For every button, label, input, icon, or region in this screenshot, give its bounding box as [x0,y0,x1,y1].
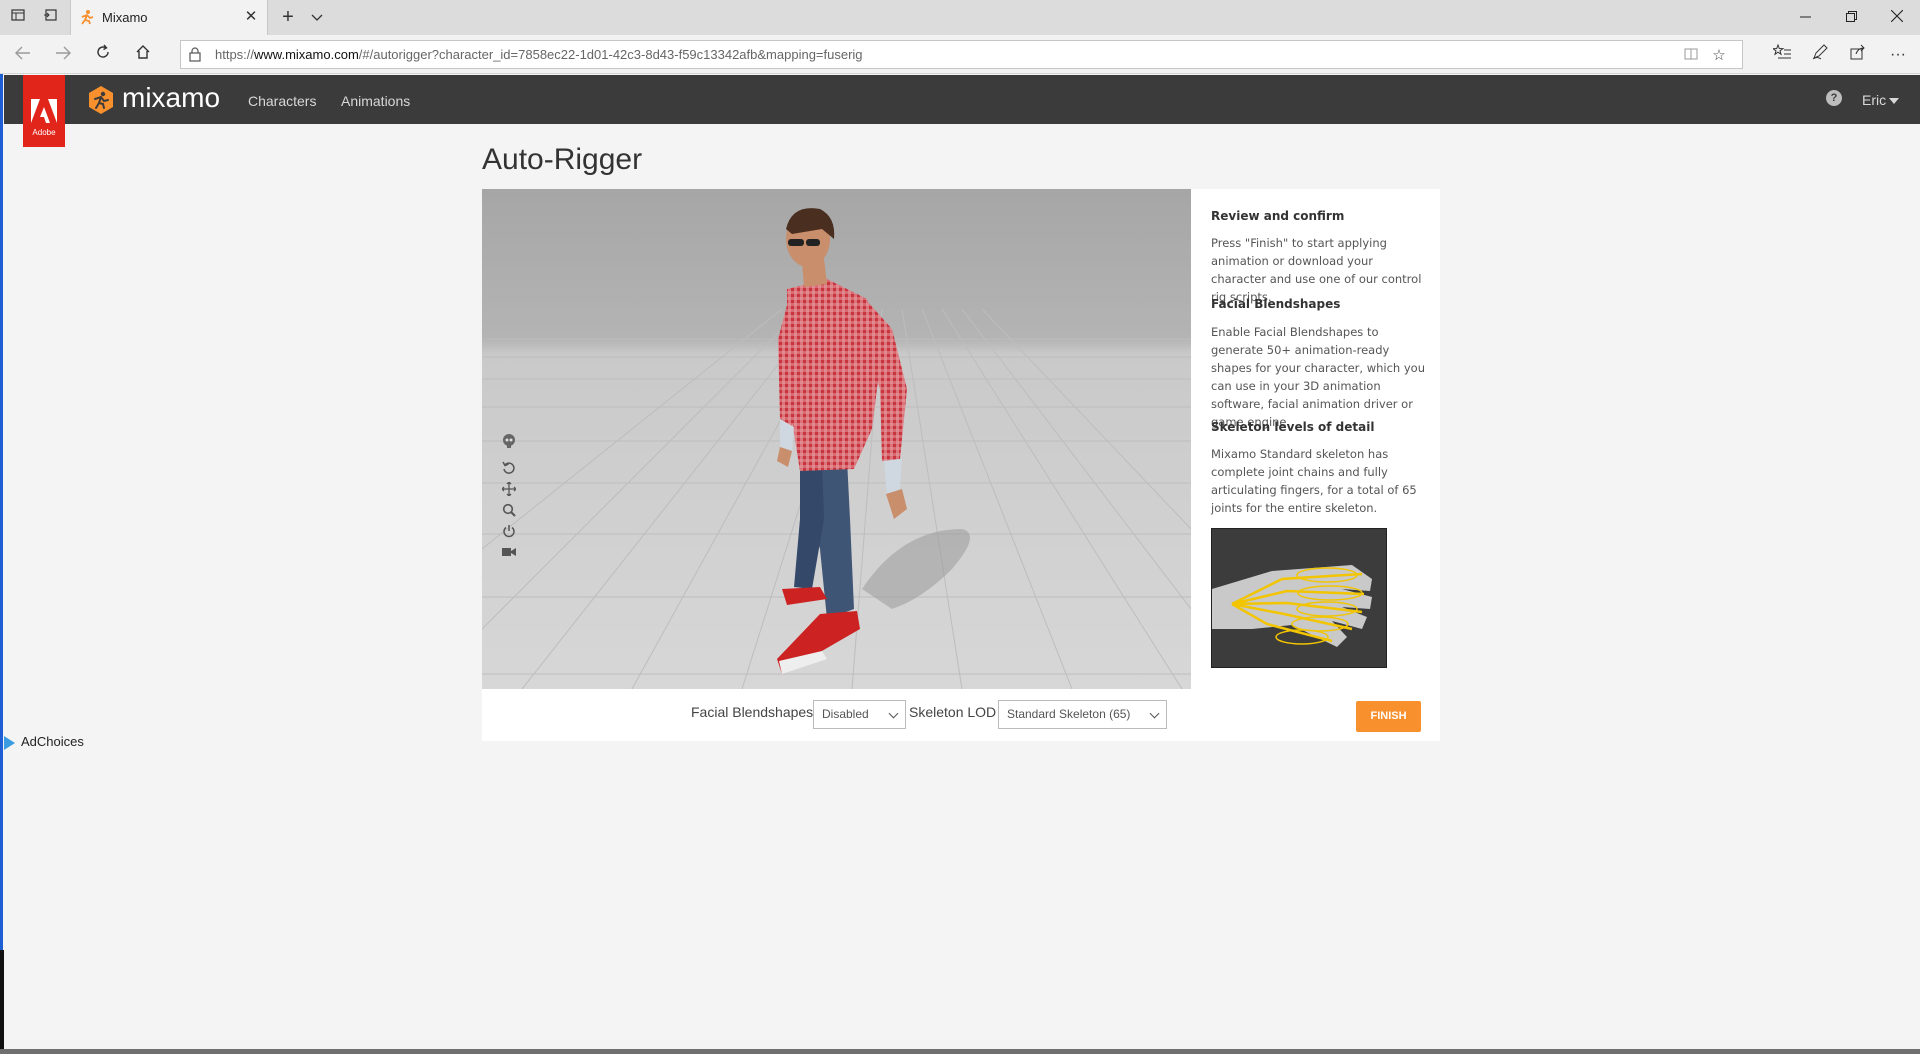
tab-mixamo[interactable]: Mixamo ✕ [70,0,268,35]
tab-list-chevron-icon[interactable] [305,6,329,30]
blendshapes-label: Facial Blendshapes [691,704,814,720]
help-icon[interactable]: ? [1826,90,1842,106]
section-body-skeleton: Mixamo Standard skeleton has complete jo… [1211,447,1417,515]
3d-viewport[interactable] [482,189,1191,689]
move-icon[interactable] [502,482,518,498]
character-model [777,208,970,674]
close-icon[interactable]: ✕ [241,7,261,27]
more-icon[interactable]: ··· [1886,44,1910,66]
back-icon[interactable] [10,43,36,67]
section-body-review: Press "Finish" to start applying animati… [1211,236,1422,304]
mixamo-favicon [79,9,95,25]
skeleton-lod-value: Standard Skeleton (65) [1007,707,1131,721]
lock-icon [189,47,203,63]
set-aside-tabs-icon[interactable] [40,8,60,28]
url-text: https://www.mixamo.com/#/autorigger?char… [215,47,863,62]
mixamo-wordmark[interactable]: mixamo [122,82,220,114]
user-name: Eric [1862,92,1887,108]
window-edge-strip [0,0,3,1054]
mixamo-logo-icon[interactable] [86,85,116,115]
pen-icon[interactable] [1808,44,1832,66]
nav-characters[interactable]: Characters [248,93,316,109]
adchoices-link[interactable]: AdChoices [4,734,84,750]
info-panel: Review and confirm Press "Finish" to sta… [1191,189,1440,689]
user-menu[interactable]: Eric [1862,92,1900,108]
page-title: Auto-Rigger [482,143,643,176]
new-tab-icon[interactable]: + [276,6,300,30]
adchoices-icon [4,735,15,750]
share-icon[interactable] [1846,44,1870,66]
skeleton-lod-label: Skeleton LOD [909,704,997,720]
tab-title: Mixamo [102,10,148,25]
reset-icon[interactable] [502,461,518,477]
restore-icon[interactable] [1828,0,1874,35]
adobe-logo[interactable]: Adobe [23,75,65,147]
rig-options-bar: Facial Blendshapes Disabled Skeleton LOD… [482,689,1440,741]
refresh-icon[interactable] [90,43,116,67]
home-icon[interactable] [130,43,156,67]
section-heading-skeleton: Skeleton levels of detail [1211,420,1375,434]
section-heading-blendshapes: Facial Blendshapes [1211,297,1341,311]
minimize-icon[interactable] [1782,0,1828,35]
skeleton-lod-select[interactable]: Standard Skeleton (65) [998,700,1167,729]
section-heading-review: Review and confirm [1211,209,1345,223]
star-icon[interactable]: ☆ [1709,47,1729,65]
blendshapes-value: Disabled [822,707,869,721]
chevron-down-icon [1149,708,1160,719]
adobe-label: Adobe [32,128,56,137]
url-field[interactable]: https://www.mixamo.com/#/autorigger?char… [180,40,1743,69]
browser-address-bar: https://www.mixamo.com/#/autorigger?char… [0,35,1920,74]
browser-tab-bar: Mixamo ✕ + [0,0,1920,35]
taskbar-edge [0,950,4,1054]
finish-button[interactable]: FINISH [1356,701,1421,732]
adchoices-label: AdChoices [21,734,84,749]
power-icon[interactable] [502,524,518,540]
blendshapes-select[interactable]: Disabled [813,700,906,729]
window-bottom-border [0,1049,1920,1054]
caret-down-icon [1889,98,1900,105]
nav-animations[interactable]: Animations [341,93,410,109]
hand-skeleton-image [1211,528,1387,668]
favorites-icon[interactable] [1770,43,1794,66]
chevron-down-icon [888,708,899,719]
camera-icon[interactable] [502,545,518,561]
reading-view-icon[interactable] [1681,47,1701,65]
tab-actions-icon[interactable] [8,8,28,28]
skeleton-icon[interactable] [502,434,518,450]
adobe-icon [31,99,57,123]
zoom-icon[interactable] [502,503,518,519]
forward-icon[interactable] [50,43,76,67]
window-close-icon[interactable] [1874,0,1920,35]
section-body-blendshapes: Enable Facial Blendshapes to generate 50… [1211,325,1425,429]
